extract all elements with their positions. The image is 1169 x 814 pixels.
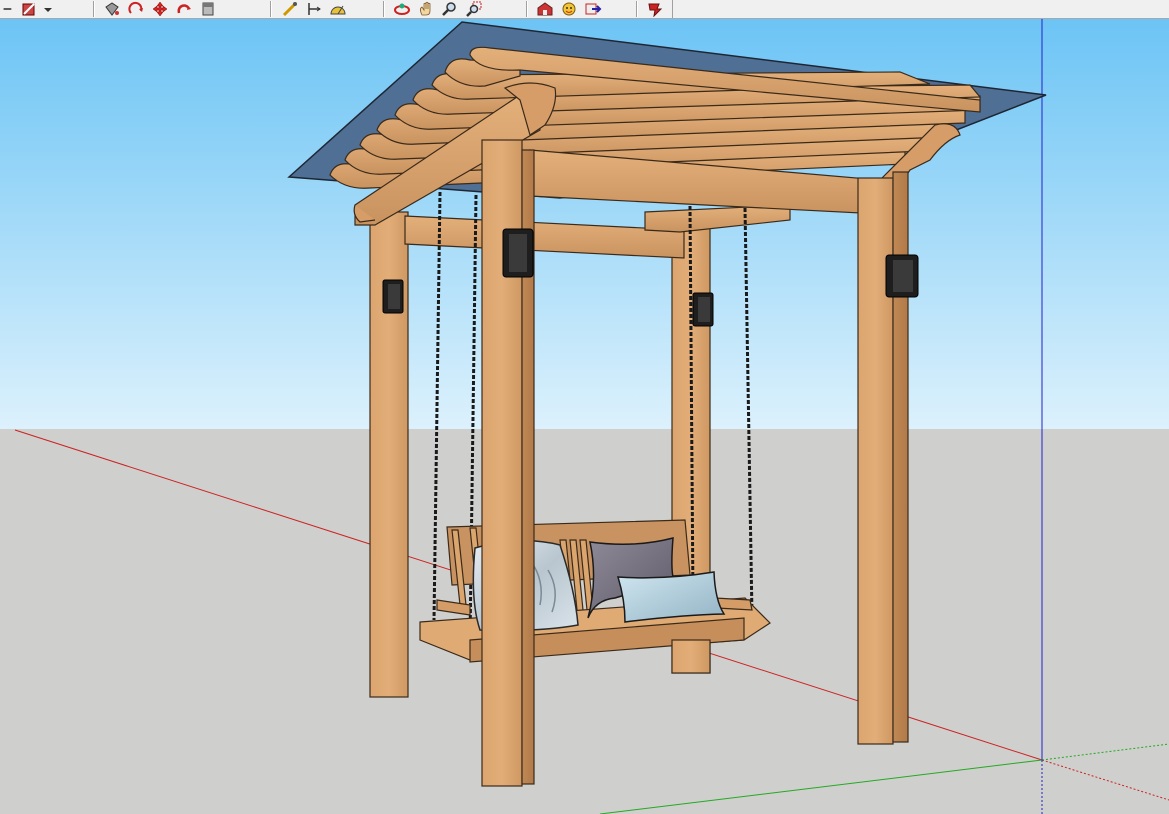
extension-toolbar-group [644,0,668,17]
components-icon[interactable] [558,0,580,17]
draw-toolbar-group [2,0,56,17]
bench-support-block [671,639,711,674]
protractor-icon[interactable] [327,0,349,17]
warehouse-toolbar-group [534,0,606,17]
warehouse-icon[interactable] [534,0,556,17]
extension-warehouse-icon[interactable] [644,0,666,17]
dimension-icon[interactable] [303,0,325,17]
partial-arrow-icon[interactable] [2,0,16,17]
follow-me-icon[interactable] [173,0,195,17]
camera-toolbar-group [391,0,487,17]
speaker-back-left[interactable] [382,279,404,314]
rotate-icon[interactable] [125,0,147,17]
pillow-light-blue[interactable] [616,571,726,623]
main-toolbar [0,0,1169,19]
tape-measure-icon[interactable] [279,0,301,17]
speaker-front-left[interactable] [502,228,534,278]
paint-bucket-icon[interactable] [101,0,123,17]
move-icon[interactable] [149,0,171,17]
pencil-square-icon[interactable] [18,0,40,17]
speaker-back-right[interactable] [692,292,714,327]
pan-icon[interactable] [415,0,437,17]
share-model-icon[interactable] [582,0,604,17]
dropdown-arrow-icon[interactable] [42,0,54,17]
model-viewport[interactable] [0,19,1169,814]
speaker-front-right[interactable] [885,254,919,298]
edit-toolbar-group [101,0,221,17]
zoom-icon[interactable] [439,0,461,17]
orbit-icon[interactable] [391,0,413,17]
zoom-window-icon[interactable] [463,0,485,17]
measure-toolbar-group [279,0,351,17]
eraser-icon[interactable] [197,0,219,17]
